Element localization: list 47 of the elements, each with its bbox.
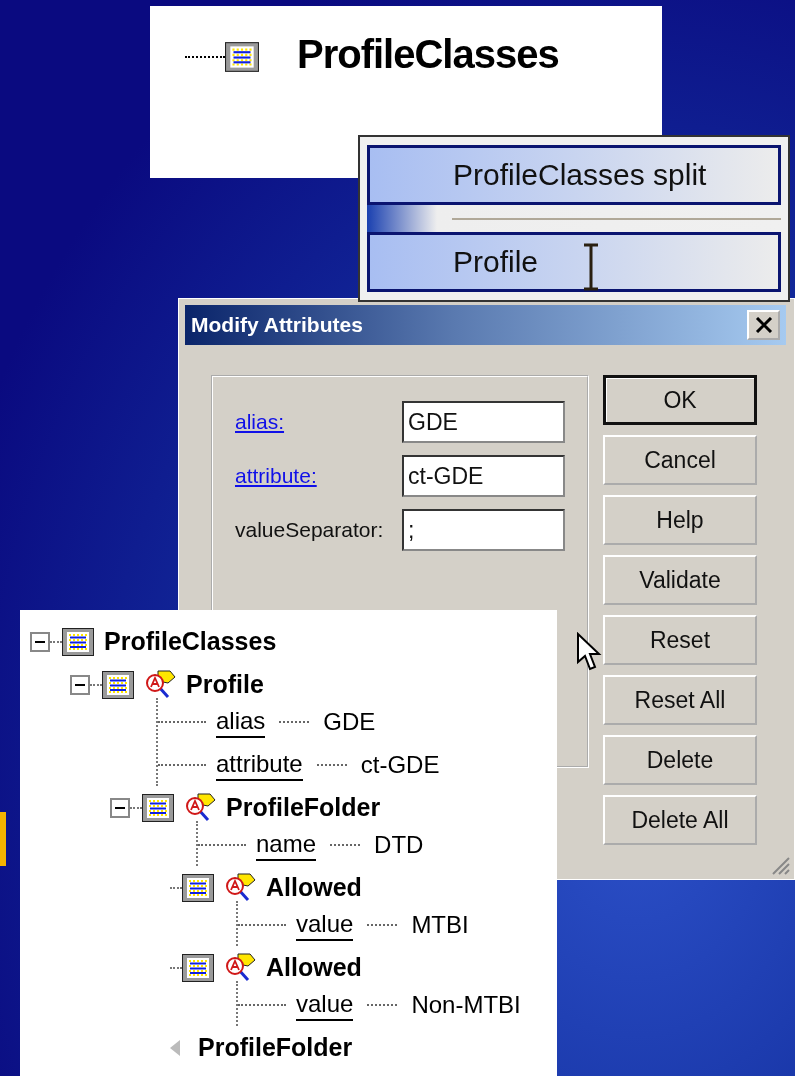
list-icon	[62, 627, 94, 656]
attribute-value: ct-GDE	[360, 750, 440, 779]
close-icon	[754, 317, 773, 333]
menu-item[interactable]: ProfileClasses split	[367, 145, 781, 205]
close-button[interactable]	[747, 310, 780, 340]
attribute-value: DTD	[374, 830, 424, 859]
input-field[interactable]: ct-GDE	[402, 455, 565, 497]
list-icon	[142, 793, 174, 822]
attribute-value: Non-MTBI	[411, 990, 521, 1019]
resize-grip-icon[interactable]	[770, 855, 790, 875]
dialog-button[interactable]: Delete	[603, 735, 757, 785]
dialog-button[interactable]: Reset All	[603, 675, 757, 725]
tree-node-label[interactable]: ProfileFolder	[226, 793, 381, 822]
dialog-button[interactable]: Validate	[603, 555, 757, 605]
menu-item[interactable]: Profile	[367, 232, 781, 292]
dialog-button[interactable]: Cancel	[603, 435, 757, 485]
dialog-button[interactable]: Reset	[603, 615, 757, 665]
tree-node-label[interactable]: Allowed	[266, 873, 362, 902]
attribute-value: GDE	[323, 707, 376, 736]
list-icon	[102, 670, 134, 699]
collapse-toggle[interactable]	[110, 797, 130, 818]
tree-node-label[interactable]: ProfileClasses	[104, 627, 277, 656]
field-link[interactable]: alias:	[235, 410, 402, 434]
attribute-name: value	[296, 988, 354, 1021]
text-cursor-icon	[582, 243, 600, 292]
list-icon	[182, 873, 214, 902]
tree-node-label[interactable]: Profile	[186, 670, 264, 699]
dialog-button[interactable]: Delete All	[603, 795, 757, 845]
tree-node-label: ProfileFolder	[198, 1033, 353, 1062]
collapse-toggle[interactable]	[30, 631, 50, 652]
accent-bar	[0, 812, 6, 866]
attribute-name: value	[296, 908, 354, 941]
dialog-button[interactable]: OK	[603, 375, 757, 425]
input-field[interactable]: ;	[402, 509, 565, 551]
dialog-button[interactable]: Help	[603, 495, 757, 545]
field-link[interactable]: attribute:	[235, 464, 402, 488]
attribute-name: attribute	[216, 748, 303, 781]
input-field[interactable]: GDE	[402, 401, 565, 443]
collapse-toggle[interactable]	[70, 674, 90, 695]
list-icon	[182, 953, 214, 982]
attribute-value: MTBI	[411, 910, 469, 939]
attribute-name: alias	[216, 705, 266, 738]
field-label: valueSeparator:	[235, 518, 385, 542]
attribute-name: name	[256, 828, 317, 861]
tree-node-label: ProfileClasses	[297, 32, 559, 77]
window-title: Modify Attributes	[191, 313, 363, 337]
tree-node-label[interactable]: Allowed	[266, 953, 362, 982]
